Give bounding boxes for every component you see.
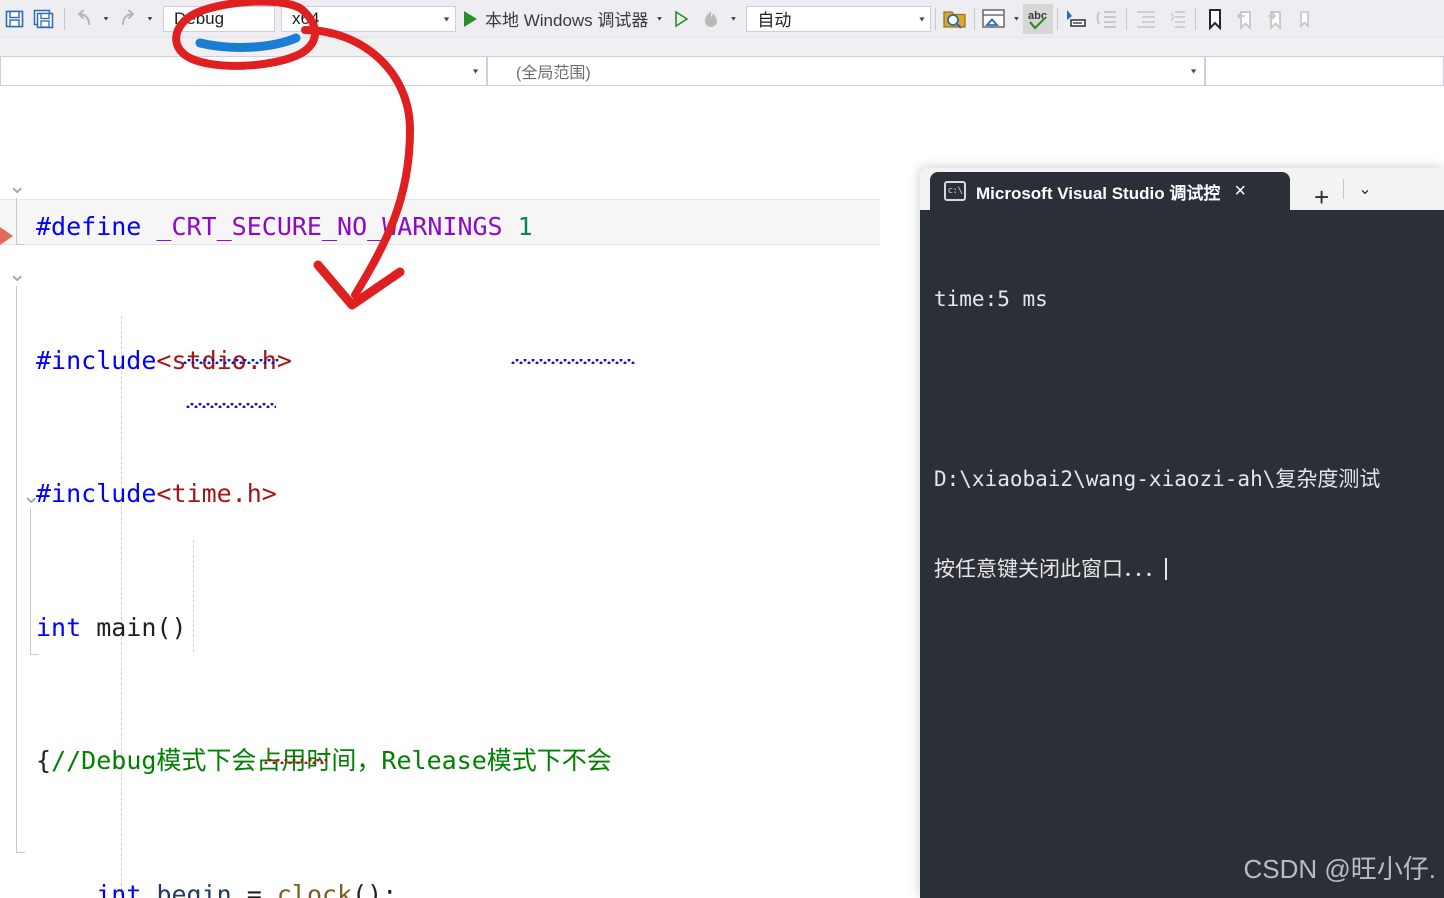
code-token: 1 bbox=[517, 212, 533, 241]
console-tab-title: Microsoft Visual Studio 调试控 bbox=[976, 183, 1221, 203]
folder-search-icon[interactable] bbox=[940, 4, 970, 34]
save-icon[interactable] bbox=[0, 4, 30, 34]
code-token: <time.h> bbox=[156, 479, 277, 508]
comment-icon[interactable] bbox=[1062, 4, 1092, 34]
start-debugging-label: 本地 Windows 调试器 bbox=[485, 11, 649, 30]
console-line: D:\xiaobai2\wang-xiaozi-ah\复杂度测试 bbox=[934, 467, 1381, 491]
console-tab[interactable]: c:\ Microsoft Visual Studio 调试控 × bbox=[930, 172, 1290, 210]
bookmark-icon[interactable] bbox=[1200, 4, 1230, 34]
indent-icon[interactable] bbox=[1161, 4, 1191, 34]
start-without-debugging-icon[interactable] bbox=[666, 4, 696, 34]
tab-separator bbox=[1343, 179, 1345, 199]
code-line-line-include-time: #include<time.h> bbox=[36, 472, 277, 517]
start-debugging-caret[interactable] bbox=[652, 4, 666, 34]
console-output[interactable]: time:5 ms D:\xiaobai2\wang-xiaozi-ah\复杂度… bbox=[920, 210, 1444, 898]
toolbar-separator bbox=[935, 7, 937, 30]
window-home-caret[interactable] bbox=[1009, 4, 1023, 34]
toolbar-separator bbox=[1195, 7, 1197, 30]
hot-reload-icon[interactable] bbox=[696, 4, 726, 34]
code-line-line-begin: int begin = clock(); bbox=[36, 873, 397, 898]
chevron-down-icon: ▼ bbox=[471, 67, 480, 75]
visual-studio-window: Debug x64 ▼ 本地 Windows 调试器 自动 ▼ bbox=[0, 0, 1444, 898]
bookmark-overflow-icon[interactable] bbox=[1290, 4, 1320, 34]
redo-icon[interactable] bbox=[113, 4, 143, 34]
console-tab-strip: c:\ Microsoft Visual Studio 调试控 × + ⌄ bbox=[920, 168, 1444, 210]
hot-reload-caret[interactable] bbox=[726, 4, 740, 34]
scope-selector-value: (全局范围) bbox=[516, 65, 591, 82]
window-home-icon[interactable] bbox=[979, 4, 1009, 34]
bookmark-next-icon[interactable] bbox=[1260, 4, 1290, 34]
start-debugging-button[interactable]: 本地 Windows 调试器 bbox=[456, 4, 652, 34]
console-line: time:5 ms bbox=[934, 287, 1048, 311]
main-toolbar: Debug x64 ▼ 本地 Windows 调试器 自动 ▼ bbox=[0, 0, 1444, 38]
member-selector-combo[interactable] bbox=[1205, 56, 1444, 86]
code-token: { bbox=[36, 746, 52, 775]
attach-combo[interactable]: 自动 ▼ bbox=[746, 5, 932, 32]
chevron-down-icon: ▼ bbox=[917, 14, 927, 23]
outdent-icon[interactable] bbox=[1131, 4, 1161, 34]
code-token: //Debug模式下会占用时间，Release模式下不会 bbox=[51, 746, 612, 775]
close-icon[interactable]: × bbox=[1234, 181, 1246, 201]
code-token: = bbox=[231, 879, 277, 898]
redo-dropdown-caret[interactable] bbox=[143, 4, 157, 34]
spelling-squiggle-release bbox=[511, 359, 635, 364]
code-token: begin bbox=[156, 879, 232, 898]
code-token: #include bbox=[36, 479, 157, 508]
chevron-down-icon: ▼ bbox=[442, 14, 451, 23]
cmd-prompt-icon: c:\ bbox=[944, 181, 966, 201]
play-icon bbox=[464, 10, 477, 27]
debug-console-window[interactable]: c:\ Microsoft Visual Studio 调试控 × + ⌄ ti… bbox=[920, 168, 1444, 898]
code-token: #include bbox=[36, 345, 157, 375]
save-all-icon[interactable] bbox=[30, 4, 60, 34]
undo-dropdown-caret[interactable] bbox=[99, 4, 113, 34]
attach-value: 自动 bbox=[757, 11, 792, 30]
spelling-squiggle-begin bbox=[186, 403, 276, 408]
toolbar-separator bbox=[1057, 7, 1059, 30]
platform-value: x64 bbox=[292, 8, 320, 28]
console-line-with-caret: 按任意键关闭此窗口．．． bbox=[934, 554, 1444, 584]
chevron-down-icon[interactable]: ⌄ bbox=[1358, 179, 1371, 199]
text-caret bbox=[1165, 558, 1167, 580]
spelling-squiggle-time bbox=[264, 759, 328, 764]
scope-selector-combo[interactable]: (全局范围) ▼ bbox=[487, 56, 1205, 86]
csdn-watermark: CSDN @旺小仔. bbox=[1243, 854, 1436, 884]
project-selector-combo[interactable]: ▼ bbox=[0, 56, 487, 86]
console-line-text: 按任意键关闭此窗口．．． bbox=[934, 557, 1165, 581]
new-tab-icon[interactable]: + bbox=[1314, 184, 1329, 210]
code-line-line-main: int main() bbox=[36, 606, 187, 651]
code-token: int bbox=[96, 879, 142, 898]
code-token: int bbox=[36, 612, 82, 642]
chevron-down-icon: ▼ bbox=[1189, 67, 1198, 75]
toolbar-separator bbox=[64, 7, 65, 30]
code-token: _CRT_SECURE_NO_WARNINGS bbox=[156, 212, 503, 241]
toolbar-separator bbox=[974, 7, 976, 30]
configuration-combo[interactable]: Debug bbox=[163, 5, 275, 32]
configuration-value: Debug bbox=[174, 8, 225, 28]
code-token: main bbox=[81, 612, 157, 642]
code-token: clock bbox=[276, 879, 353, 898]
code-line-line-define: #define _CRT_SECURE_NO_WARNINGS 1 bbox=[36, 205, 533, 250]
spellcheck-abc-icon[interactable]: abc bbox=[1023, 3, 1054, 34]
code-token: #define bbox=[36, 212, 142, 241]
platform-combo[interactable]: x64 ▼ bbox=[281, 5, 456, 32]
toolbar-separator bbox=[1126, 7, 1128, 30]
code-token: (); bbox=[352, 879, 398, 898]
code-token: () bbox=[156, 612, 187, 642]
undo-icon[interactable] bbox=[69, 4, 99, 34]
uncomment-icon[interactable] bbox=[1092, 4, 1122, 34]
bookmark-prev-icon[interactable] bbox=[1230, 4, 1260, 34]
navigation-bar: ▼ (全局范围) ▼ bbox=[0, 38, 1444, 86]
spelling-squiggle-debug bbox=[183, 359, 279, 364]
